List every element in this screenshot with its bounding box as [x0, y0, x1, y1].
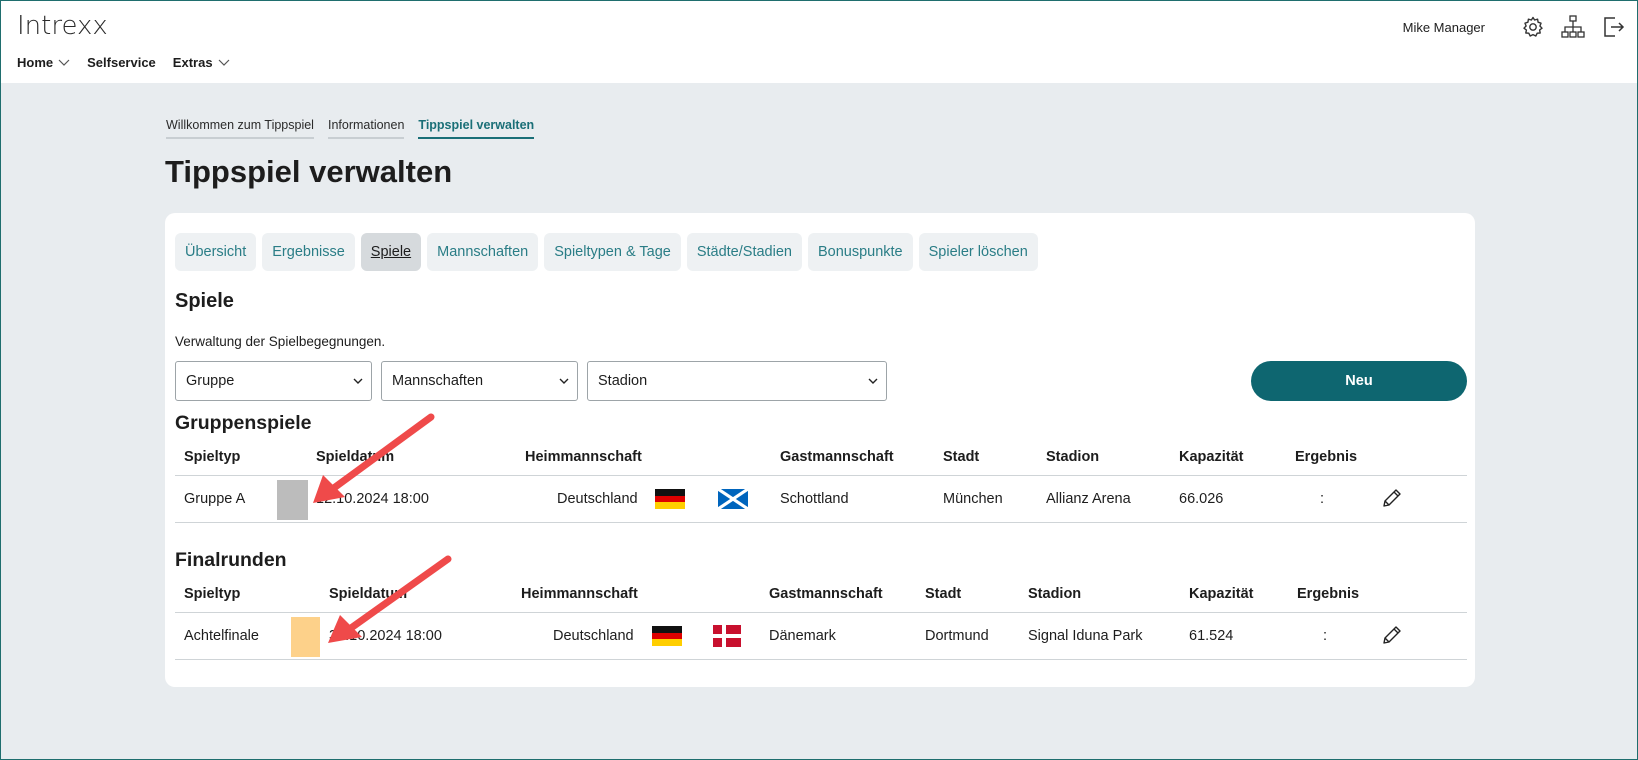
tab-bonus[interactable]: Bonuspunkte	[807, 233, 913, 271]
col-capacity: Kapazität	[1179, 449, 1244, 465]
chevron-down-icon	[868, 378, 878, 384]
section-description: Verwaltung der Spielbegegnungen.	[175, 334, 386, 349]
group-select[interactable]: Gruppe	[175, 361, 372, 401]
stadium-select-value: Stadion	[598, 373, 648, 389]
tab-teams[interactable]: Mannschaften	[427, 233, 539, 271]
col-date: Spieldatum	[316, 449, 395, 465]
teams-select-value: Mannschaften	[392, 373, 484, 389]
city: Dortmund	[925, 628, 989, 644]
settings-icon[interactable]	[1519, 13, 1547, 41]
tab-results[interactable]: Ergebnisse	[262, 233, 355, 271]
crumb-manage[interactable]: Tippspiel verwalten	[418, 118, 535, 139]
top-bar: Intrexx Home Selfservice Extras Mike Man…	[1, 1, 1637, 83]
chevron-down-icon	[218, 59, 229, 66]
game-date: 12.10.2024 18:00	[316, 491, 429, 507]
stadium-select[interactable]: Stadion	[587, 361, 887, 401]
capacity: 66.026	[1179, 491, 1224, 507]
chevron-down-icon	[58, 59, 70, 66]
col-home: Heimmannschaft	[521, 586, 638, 602]
result: :	[1320, 491, 1325, 507]
denmark-flag-icon	[713, 625, 741, 647]
crumb-information[interactable]: Informationen	[327, 118, 405, 139]
tab-games[interactable]: Spiele	[360, 233, 422, 271]
type-color-swatch	[277, 480, 308, 520]
group-games-title: Gruppenspiele	[175, 412, 312, 434]
germany-flag-icon	[655, 489, 685, 509]
col-stadium: Stadion	[1046, 449, 1100, 465]
teams-select[interactable]: Mannschaften	[381, 361, 578, 401]
main-nav: Home Selfservice Extras	[17, 55, 247, 70]
chevron-down-icon	[559, 378, 569, 384]
logout-icon[interactable]	[1599, 13, 1627, 41]
stadium: Allianz Arena	[1046, 491, 1131, 507]
game-type: Gruppe A	[184, 491, 246, 507]
final-games-header: Spieltyp Spieldatum Heimmannschaft Gastm…	[175, 577, 1467, 613]
col-stadium: Stadion	[1028, 586, 1082, 602]
pencil-icon[interactable]	[1380, 486, 1404, 510]
col-city: Stadt	[943, 449, 980, 465]
game-type: Achtelfinale	[184, 628, 259, 644]
result: :	[1323, 628, 1328, 644]
stadium: Signal Iduna Park	[1028, 628, 1143, 644]
type-color-swatch	[291, 617, 320, 657]
tab-bar: Übersicht Ergebnisse Spiele Mannschaften…	[175, 233, 1044, 271]
new-game-button[interactable]: Neu	[1251, 361, 1467, 401]
breadcrumb: Willkommen zum Tippspiel Informationen T…	[166, 118, 548, 139]
page-title: Tippspiel verwalten	[165, 154, 453, 189]
germany-flag-icon	[652, 626, 682, 646]
crumb-welcome[interactable]: Willkommen zum Tippspiel	[166, 118, 314, 139]
group-select-value: Gruppe	[186, 373, 235, 389]
away-team: Dänemark	[769, 628, 836, 644]
city: München	[943, 491, 1003, 507]
content-card: Übersicht Ergebnisse Spiele Mannschaften…	[165, 213, 1475, 687]
col-city: Stadt	[925, 586, 962, 602]
col-type: Spieltyp	[184, 449, 241, 465]
away-team: Schottland	[780, 491, 849, 507]
nav-extras-label: Extras	[172, 55, 213, 70]
user-name[interactable]: Mike Manager	[1403, 20, 1485, 35]
chevron-down-icon	[353, 378, 363, 384]
nav-extras[interactable]: Extras	[173, 55, 230, 70]
sitemap-icon[interactable]	[1559, 13, 1587, 41]
nav-home-label: Home	[17, 55, 54, 70]
col-result: Ergebnis	[1295, 449, 1358, 465]
user-area: Mike Manager	[1403, 13, 1627, 41]
final-games-title: Finalrunden	[175, 549, 287, 571]
capacity: 61.524	[1189, 628, 1234, 644]
col-away: Gastmannschaft	[780, 449, 894, 465]
intrexx-logo[interactable]: Intrexx	[17, 11, 108, 41]
tab-overview[interactable]: Übersicht	[175, 233, 257, 271]
table-row[interactable]: Gruppe A 12.10.2024 18:00 Deutschland Sc…	[175, 477, 1467, 523]
col-date: Spieldatum	[329, 586, 408, 602]
pencil-icon[interactable]	[1380, 623, 1404, 647]
home-team: Deutschland	[557, 491, 638, 507]
col-result: Ergebnis	[1297, 586, 1360, 602]
col-home: Heimmannschaft	[525, 449, 642, 465]
col-type: Spieltyp	[184, 586, 241, 602]
nav-selfservice[interactable]: Selfservice	[87, 55, 156, 70]
nav-home[interactable]: Home	[17, 55, 70, 70]
home-team: Deutschland	[553, 628, 634, 644]
scotland-flag-icon	[718, 489, 748, 509]
group-games-header: Spieltyp Spieldatum Heimmannschaft Gastm…	[175, 440, 1467, 476]
tab-delete-players[interactable]: Spieler löschen	[918, 233, 1038, 271]
col-away: Gastmannschaft	[769, 586, 883, 602]
game-date: 31.10.2024 18:00	[329, 628, 442, 644]
table-row[interactable]: Achtelfinale 31.10.2024 18:00 Deutschlan…	[175, 614, 1467, 660]
nav-selfservice-label: Selfservice	[87, 55, 156, 70]
tab-game-types[interactable]: Spieltypen & Tage	[544, 233, 681, 271]
tab-cities[interactable]: Städte/Stadien	[686, 233, 802, 271]
section-title: Spiele	[175, 290, 234, 312]
col-capacity: Kapazität	[1189, 586, 1254, 602]
